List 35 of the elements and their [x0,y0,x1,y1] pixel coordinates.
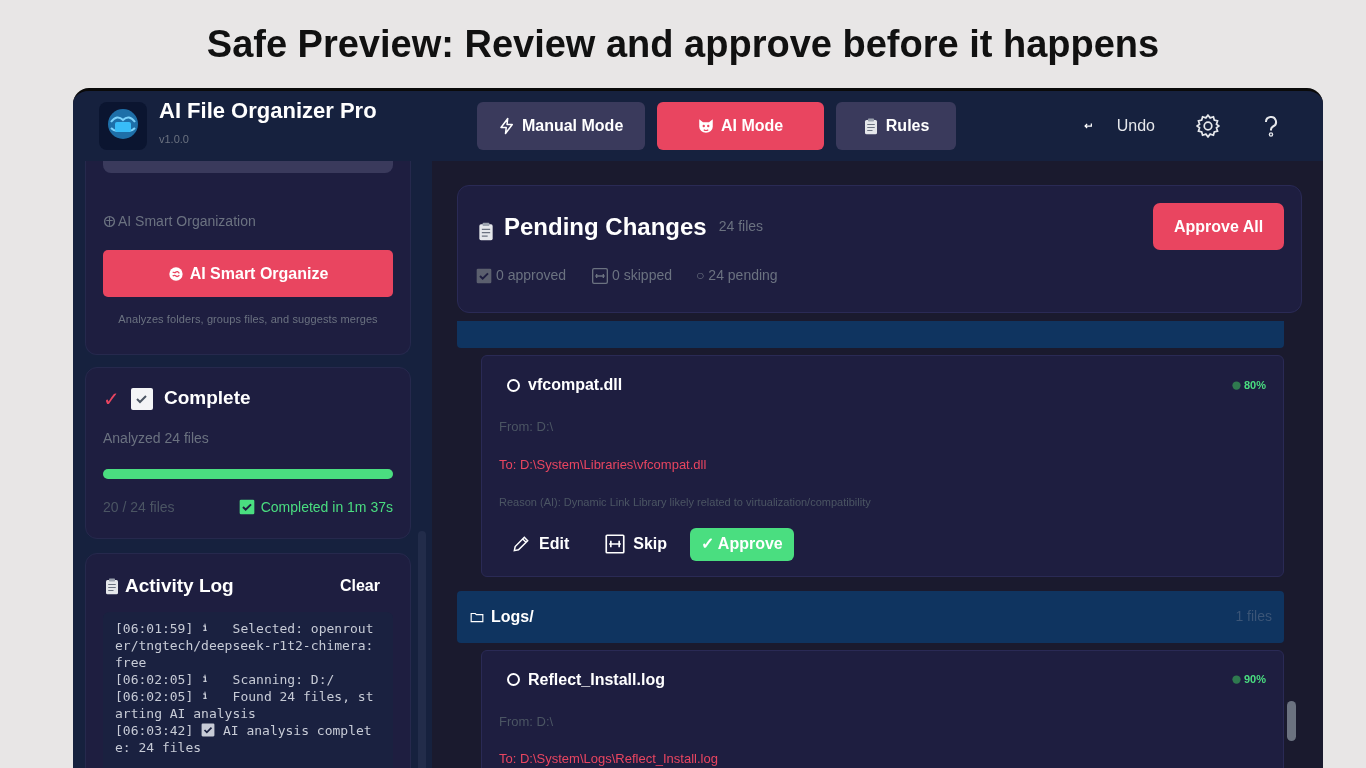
clear-button[interactable]: Clear [339,573,380,598]
app-title: AI File Organizer Pro [159,99,377,122]
file-name: Reflect_Install.log [528,669,665,690]
skipped-count: 0 skipped [612,266,672,285]
hint-text: Analyzes folders, groups files, and suggests merges [117,312,379,327]
status-subtitle: Analyzed 24 files [103,428,210,448]
confidence-label: 90% [1243,672,1266,688]
log-entry: [06:01:59] Selected: openrouter/tngtech/deepseek-r1t2-chimera:free [115,620,375,671]
confidence-label: 80% [1243,377,1266,393]
check-mark: ✓ [103,386,120,412]
page-headline: Safe Preview: Review and approve before it happens [205,21,1161,67]
edit-button[interactable]: Edit [511,532,570,556]
destination-path: To: D:\System\Libraries\vfcompat.dll [499,455,708,474]
log-entry: [06:03:42] AI analysis complete: 24 files [115,722,373,756]
approve-all-button[interactable]: Approve All [1153,203,1284,250]
skip-button[interactable]: Skip [605,532,667,556]
undo-button[interactable]: Undo [1082,114,1155,138]
file-name: vfcompat.dll [528,375,623,395]
pending-title: Pending Changes [504,211,707,242]
log-title: Activity Log [125,573,234,598]
version-label: v1.0.0 [159,133,190,145]
mode-tab[interactable]: AI Mode [656,102,824,150]
mode-tab[interactable]: Manual Mode [476,102,645,150]
pending-count: ○ 24 pending [696,266,778,285]
destination-path: To: D:\System\Logs\Reflect_Install.log [499,750,719,768]
status-title: Complete [164,386,251,411]
log-entry: [06:02:05] Found 24 files, starting AI analysis [115,688,375,722]
mode-tab[interactable]: Rules [835,102,956,150]
section-label: AI Smart Organization [103,211,393,232]
log-entry: [06:02:05] Scanning: D:/ [115,671,336,688]
ai-organize-button[interactable]: AI Smart Organize [103,250,393,297]
approved-count: 0 approved [496,266,567,285]
folder-name: Logs/ [491,606,534,627]
file-count: 24 files [718,217,764,236]
completion-time: Completed in 1m 37s [260,497,393,517]
